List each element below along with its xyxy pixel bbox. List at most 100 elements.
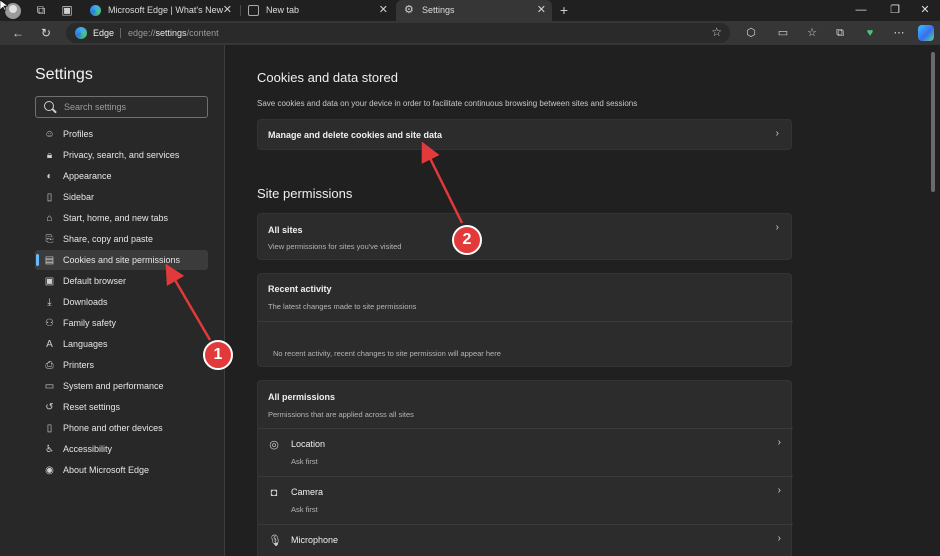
tab-whats-new[interactable]: Microsoft Edge | What's New ✕ <box>82 0 238 21</box>
home-icon: ⌂ <box>46 213 53 224</box>
restore-button[interactable]: ❐ <box>880 0 910 21</box>
reset-icon: ↺ <box>45 402 54 413</box>
sidebar-item-start-home[interactable]: ⌂ Start, home, and new tabs <box>35 208 208 228</box>
scrollbar-thumb[interactable] <box>931 52 935 192</box>
sidebar-item-reset[interactable]: ↺ Reset settings <box>35 397 208 417</box>
address-brand: Edge <box>93 28 115 38</box>
search-input[interactable] <box>64 97 204 117</box>
location-subtitle: Ask first <box>291 457 318 466</box>
sidebar-item-family[interactable]: ⚇ Family safety <box>35 313 208 333</box>
person-icon: ☺ <box>44 129 55 140</box>
mouse-cursor-icon <box>0 0 8 12</box>
sidebar-item-phone[interactable]: ▯ Phone and other devices <box>35 418 208 438</box>
accessibility-icon: ♿︎ <box>45 444 54 455</box>
edge-logo-icon <box>75 27 87 39</box>
all-sites-row[interactable]: All sites View permissions for sites you… <box>257 213 792 260</box>
download-icon: ⤓ <box>47 297 52 308</box>
family-icon: ⚇ <box>45 318 54 329</box>
all-permissions-subtitle: Permissions that are applied across all … <box>268 410 414 419</box>
language-icon: A <box>46 339 53 350</box>
extensions-icon[interactable]: ⬡ <box>743 25 759 41</box>
tab-title: New tab <box>266 5 300 15</box>
share-icon: ⎘ <box>45 234 54 245</box>
sidebar-item-about[interactable]: ◉ About Microsoft Edge <box>35 460 208 480</box>
chevron-right-icon: › <box>775 222 779 233</box>
sidebar-item-profiles[interactable]: ☺ Profiles <box>35 124 208 144</box>
permission-camera-row[interactable]: ◘ Camera Ask first › <box>258 477 793 524</box>
paint-icon: ◐ <box>46 171 53 182</box>
split-screen-icon[interactable]: ▭ <box>775 25 791 41</box>
cookies-description: Save cookies and data on your device in … <box>257 99 638 108</box>
location-pin-icon: ◎ <box>269 439 279 451</box>
microphone-title: Microphone <box>291 535 339 545</box>
address-bar[interactable]: Edge edge://settings/content ☆ <box>66 23 730 43</box>
cookie-icon: ▤ <box>44 255 55 266</box>
all-sites-title: All sites <box>268 225 303 235</box>
chevron-right-icon: › <box>775 128 779 139</box>
favorite-star-icon[interactable]: ☆ <box>711 25 722 39</box>
divider <box>258 321 793 322</box>
annotation-badge-2: 2 <box>452 225 482 255</box>
sidebar-item-sidebar[interactable]: ▯ Sidebar <box>35 187 208 207</box>
search-box[interactable] <box>35 96 208 118</box>
camera-title: Camera <box>291 487 324 497</box>
tab-title: Settings <box>422 5 455 15</box>
back-button[interactable]: ← <box>10 25 26 41</box>
all-permissions-title: All permissions <box>268 392 336 402</box>
collections-icon[interactable]: ⧉ <box>832 25 848 41</box>
edge-icon: ◉ <box>45 465 54 476</box>
recent-activity-empty: No recent activity, recent changes to si… <box>273 349 501 358</box>
chevron-right-icon: › <box>777 533 781 544</box>
sidebar-item-share[interactable]: ⎘ Share, copy and paste <box>35 229 208 249</box>
more-menu-icon[interactable]: ⋯ <box>891 25 907 41</box>
manage-cookies-row[interactable]: Manage and delete cookies and site data … <box>257 119 792 150</box>
sidebar-item-appearance[interactable]: ◐ Appearance <box>35 166 208 186</box>
close-window-button[interactable]: ✕ <box>910 0 940 21</box>
sidebar-item-default-browser[interactable]: ▣ Default browser <box>35 271 208 291</box>
sidebar-item-accessibility[interactable]: ♿︎ Accessibility <box>35 439 208 459</box>
search-icon <box>44 101 54 111</box>
camera-icon: ◘ <box>270 487 278 499</box>
chevron-right-icon: › <box>777 437 781 448</box>
sidebar-icon: ▯ <box>46 192 53 203</box>
permission-microphone-row[interactable]: 🎙︎ Microphone › <box>258 525 793 556</box>
address-url[interactable]: edge://settings/content <box>128 23 219 43</box>
settings-sidebar: Settings ☺Profiles 🔒︎Privacy, search, an… <box>0 45 225 556</box>
minimize-button[interactable]: — <box>846 0 876 21</box>
copilot-icon[interactable] <box>918 25 934 41</box>
settings-title: Settings <box>35 66 93 83</box>
recent-activity-subtitle: The latest changes made to site permissi… <box>268 302 417 311</box>
cookies-heading: Cookies and data stored <box>257 70 398 85</box>
new-tab-button[interactable]: + <box>556 0 572 21</box>
sidebar-item-downloads[interactable]: ⤓ Downloads <box>35 292 208 312</box>
refresh-button[interactable]: ↻ <box>38 25 54 41</box>
all-sites-subtitle: View permissions for sites you've visite… <box>268 242 402 251</box>
sidebar-item-printers[interactable]: ⎙ Printers <box>35 355 208 375</box>
address-separator <box>120 28 121 38</box>
site-permissions-heading: Site permissions <box>257 186 353 201</box>
lock-icon: 🔒︎ <box>46 150 53 161</box>
new-tab-favicon-icon <box>248 5 259 16</box>
favorites-icon[interactable]: ☆ <box>804 25 820 41</box>
sidebar-item-languages[interactable]: A Languages <box>35 334 208 354</box>
tab-settings[interactable]: ⚙ Settings ✕ <box>396 0 552 21</box>
permission-location-row[interactable]: ◎ Location Ask first › <box>258 429 793 476</box>
all-permissions-card: All permissions Permissions that are app… <box>257 380 793 556</box>
sidebar-item-cookies[interactable]: ▤ Cookies and site permissions <box>35 250 208 270</box>
tab-new-tab[interactable]: New tab ✕ <box>240 0 394 21</box>
sidebar-item-system[interactable]: ▭ System and performance <box>35 376 208 396</box>
close-tab-icon[interactable]: ✕ <box>223 0 232 21</box>
annotation-badge-1: 1 <box>203 340 233 370</box>
browser-essentials-icon[interactable]: ♥ <box>862 25 878 41</box>
workspaces-icon[interactable]: ⧉ <box>33 2 49 18</box>
browser-icon: ▣ <box>44 276 55 287</box>
laptop-icon: ▭ <box>44 381 55 392</box>
vertical-tabs-icon[interactable]: ▣ <box>59 2 75 18</box>
manage-cookies-label: Manage and delete cookies and site data <box>268 130 443 140</box>
sidebar-item-privacy[interactable]: 🔒︎ Privacy, search, and services <box>35 145 208 165</box>
close-tab-icon[interactable]: ✕ <box>537 0 546 21</box>
close-tab-icon[interactable]: ✕ <box>379 0 388 21</box>
location-title: Location <box>291 439 326 449</box>
camera-subtitle: Ask first <box>291 505 318 514</box>
printer-icon: ⎙ <box>45 360 54 371</box>
